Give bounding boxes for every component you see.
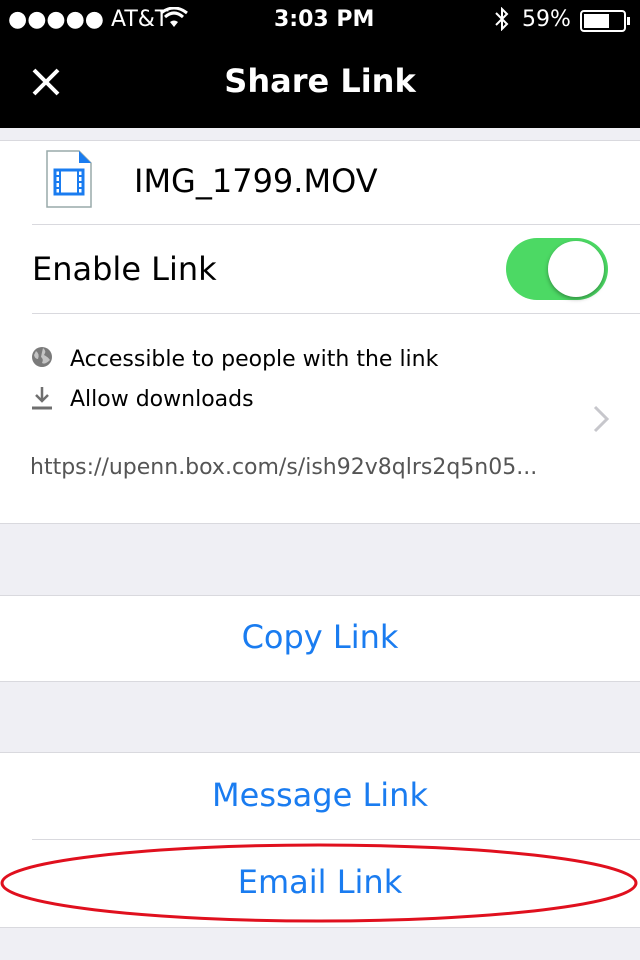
download-setting: Allow downloads: [70, 387, 254, 412]
annotation-ellipse: [0, 843, 638, 923]
download-icon: [30, 385, 54, 415]
wifi-icon: [160, 6, 188, 35]
copy-link-button[interactable]: Copy Link: [0, 618, 640, 656]
file-name: IMG_1799.MOV: [134, 162, 378, 200]
battery-percent: 59%: [522, 7, 571, 32]
toggle-knob[interactable]: [548, 241, 604, 297]
share-url[interactable]: https://upenn.box.com/s/ish92v8qlrs2q5n0…: [30, 455, 537, 480]
clock-label: 3:03 PM: [274, 7, 375, 32]
bluetooth-icon: [494, 6, 510, 37]
status-bar: ●●●●● AT&T 3:03 PM 59%: [0, 0, 640, 40]
enable-link-label: Enable Link: [32, 250, 217, 288]
video-file-icon: [46, 150, 92, 212]
message-link-button[interactable]: Message Link: [0, 776, 640, 814]
access-setting: Accessible to people with the link: [70, 347, 439, 372]
chevron-right-icon[interactable]: [592, 404, 610, 438]
page-title: Share Link: [224, 62, 416, 100]
carrier-label: ●●●●● AT&T: [8, 7, 169, 32]
globe-icon: [30, 345, 54, 373]
battery-icon: [580, 10, 632, 38]
